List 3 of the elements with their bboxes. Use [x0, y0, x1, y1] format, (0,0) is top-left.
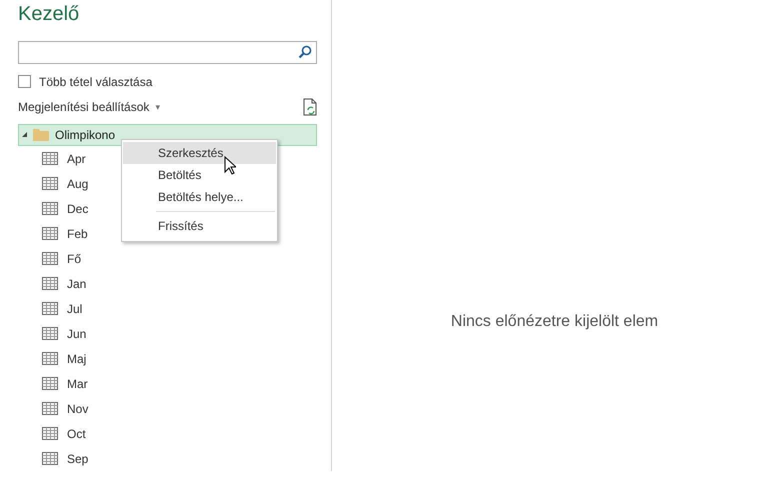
checkbox-label: Több tétel választása: [39, 74, 152, 88]
pane-title: Kezelő: [18, 3, 80, 26]
empty-preview-message: Nincs előnézetre kijelölt elem: [450, 313, 658, 331]
